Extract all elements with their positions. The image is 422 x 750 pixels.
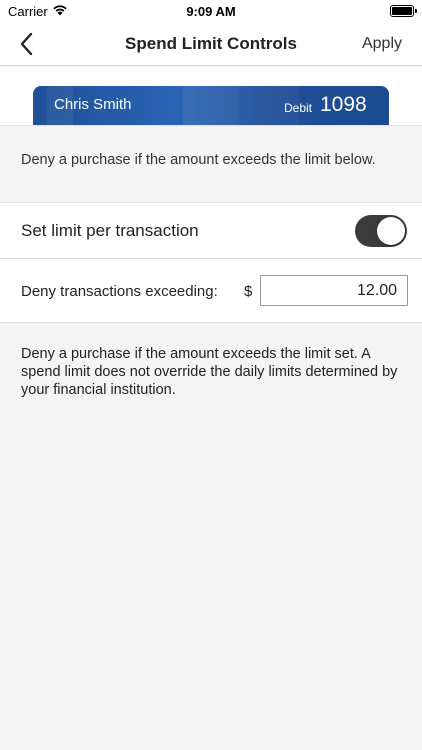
limit-note: Deny a purchase if the amount exceeds th…	[21, 346, 398, 398]
limit-amount-row: Deny transactions exceeding: $	[0, 259, 422, 323]
limit-toggle-label: Set limit per transaction	[21, 221, 199, 240]
limit-toggle-row: Set limit per transaction	[0, 203, 422, 259]
limit-amount-input[interactable]	[260, 275, 408, 306]
battery-icon	[390, 5, 417, 17]
card-type: Debit	[284, 101, 313, 115]
card-holder-name: Chris Smith	[54, 96, 132, 113]
card-decoration	[183, 86, 239, 125]
limit-toggle-switch[interactable]	[355, 215, 407, 247]
limit-amount-label: Deny transactions exceeding:	[21, 283, 218, 300]
status-time: 9:09 AM	[186, 4, 236, 19]
page-title: Spend Limit Controls	[125, 34, 297, 53]
currency-symbol: $	[244, 283, 253, 300]
card-last-four: 1098	[320, 93, 367, 116]
debit-card: Chris Smith Debit 1098	[33, 86, 389, 125]
intro-description: Deny a purchase if the amount exceeds th…	[0, 125, 422, 203]
navigation-bar: Spend Limit Controls Apply	[0, 22, 422, 66]
card-preview-area: Chris Smith Debit 1098	[0, 67, 422, 125]
toggle-knob	[377, 217, 405, 245]
apply-button[interactable]: Apply	[362, 35, 402, 53]
status-bar: Carrier 9:09 AM	[0, 0, 422, 22]
